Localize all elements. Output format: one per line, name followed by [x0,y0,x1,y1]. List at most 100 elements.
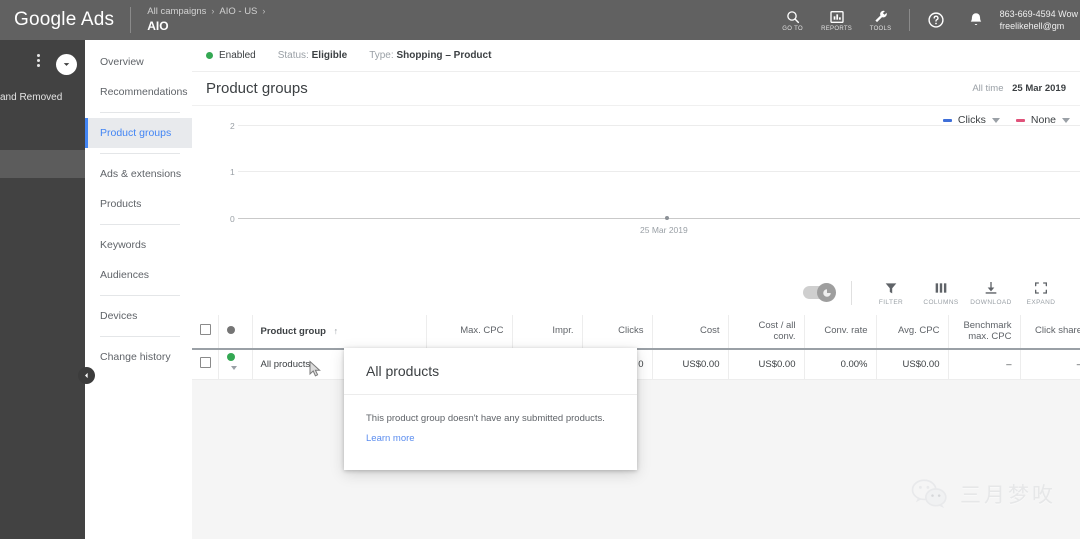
sidebar-item-label-devices: Devices [100,310,137,322]
row-click-share: – [1020,349,1080,379]
go-to-label: GO TO [782,26,803,32]
toggle-switch[interactable] [803,286,833,299]
y-axis-tick-2: 2 [230,121,235,131]
tooltip-header: All products [344,348,637,395]
dark-panel-header [0,40,85,82]
table-header-row: Product group ↑ Max. CPC Impr. Clicks Co… [192,315,1080,349]
dark-panel-filter-row[interactable]: and Removed [0,82,85,117]
chevron-down-glyph [61,59,72,70]
sidebar-item-audiences[interactable]: Audiences [85,260,192,290]
header-click-share[interactable]: Click share [1020,315,1080,349]
sidebar-divider-5 [100,336,180,337]
breadcrumb-item-all-campaigns[interactable]: All campaigns [147,6,206,18]
page-header: Product groups All time 25 Mar 2019 [192,72,1080,105]
status-badge: Enabled [206,50,256,61]
chevron-down-icon-metric1 [992,118,1000,123]
notifications-button[interactable] [956,0,996,40]
chevron-down-icon[interactable] [56,54,77,75]
section-navigation: Overview Recommendations Product groups … [85,40,192,539]
metric-color-swatch-secondary [1016,119,1025,122]
sidebar-collapse-button[interactable] [78,367,95,384]
notifications-icon [967,11,985,29]
sidebar-item-label-recommendations: Recommendations [100,86,188,98]
header-avg-cpc[interactable]: Avg. CPC [876,315,948,349]
sidebar-item-label-ads-extensions: Ads & extensions [100,168,181,180]
header-cost-all-conv[interactable]: Cost / all conv. [728,315,804,349]
columns-icon [933,280,949,296]
performance-chart-card: Clicks None 0 1 2 25 Mar 2019 [192,105,1080,270]
sidebar-divider-1 [100,112,180,113]
columns-button[interactable]: COLUMNS [916,280,966,306]
status-field: Status: Eligible [278,50,347,61]
sidebar-item-keywords[interactable]: Keywords [85,230,192,260]
row-benchmark-max-cpc: – [948,349,1020,379]
reports-button[interactable]: REPORTS [815,0,859,40]
help-button[interactable] [916,0,956,40]
sidebar-item-ads-extensions[interactable]: Ads & extensions [85,159,192,189]
sidebar-item-devices[interactable]: Devices [85,301,192,331]
date-range-selector[interactable]: All time 25 Mar 2019 [972,83,1066,94]
row-checkbox-cell[interactable] [192,349,218,379]
tooltip-message: This product group doesn't have any subm… [366,413,615,424]
type-field: Type: Shopping – Product [369,50,491,61]
checkbox-icon[interactable] [200,324,211,335]
expand-label: EXPAND [1027,299,1056,306]
row-avg-cpc: US$0.00 [876,349,948,379]
header-benchmark-max-cpc[interactable]: Benchmark max. CPC [948,315,1020,349]
account-info[interactable]: 863-669-4594 Wow freelikehell@gm [996,8,1080,32]
top-bar: Google Ads All campaigns › AIO - US › AI… [0,0,1080,40]
sidebar-item-label-change-history: Change history [100,351,171,363]
header-select-all[interactable] [192,315,218,349]
go-to-button[interactable]: GO TO [771,0,815,40]
sidebar-divider-4 [100,295,180,296]
row-cost: US$0.00 [652,349,728,379]
sidebar-item-recommendations[interactable]: Recommendations [85,77,192,107]
watermark-text: 三月梦呚 [960,479,1056,509]
header-cost[interactable]: Cost [652,315,728,349]
header-impr[interactable]: Impr. [512,315,582,349]
dark-panel-selected-row[interactable] [0,150,85,178]
status-field-value: Eligible [312,50,348,61]
sidebar-divider-2 [100,153,180,154]
search-icon [785,9,801,25]
breadcrumb-item-account[interactable]: AIO - US [219,6,257,18]
metric-color-swatch-primary [943,119,952,122]
date-scope-label: All time [972,83,1003,94]
campaign-status-bar: Enabled Status: Eligible Type: Shopping … [192,40,1080,72]
sidebar-item-change-history[interactable]: Change history [85,342,192,372]
header-max-cpc[interactable]: Max. CPC [426,315,512,349]
type-field-value: Shopping – Product [396,50,491,61]
learn-more-link[interactable]: Learn more [366,433,415,444]
more-options-icon[interactable] [31,54,45,70]
download-icon [983,280,999,296]
gridline-2 [238,125,1080,126]
status-dot-header-icon [227,326,235,334]
sidebar-item-overview[interactable]: Overview [85,47,192,77]
sidebar-item-products[interactable]: Products [85,189,192,219]
header-conv-rate[interactable]: Conv. rate [804,315,876,349]
chevron-right-icon: › [211,6,214,17]
mouse-cursor [308,360,324,383]
expand-button[interactable]: EXPAND [1016,280,1066,306]
row-cost-all-conv: US$0.00 [728,349,804,379]
google-ads-logo[interactable]: Google Ads [0,9,130,31]
checkbox-icon[interactable] [200,357,211,368]
breadcrumb: All campaigns › AIO - US › AIO [131,6,265,34]
tools-button[interactable]: TOOLS [859,0,903,40]
sidebar-item-label-audiences: Audiences [100,269,149,281]
header-product-group[interactable]: Product group ↑ [252,315,426,349]
toolbar-divider [909,9,910,31]
columns-label: COLUMNS [923,299,958,306]
download-label: DOWNLOAD [970,299,1011,306]
account-phone: 863-669-4594 Wow [1000,8,1078,20]
filter-icon [883,280,899,296]
chart-plot-area: 0 1 2 25 Mar 2019 [192,142,1080,270]
filter-button[interactable]: FILTER [866,280,916,306]
table-toolbar: FILTER COLUMNS DOWNLOAD [192,270,1080,315]
download-button[interactable]: DOWNLOAD [966,280,1016,306]
chevron-down-icon-status[interactable] [231,366,237,370]
sidebar-item-product-groups[interactable]: Product groups [85,118,192,148]
header-clicks[interactable]: Clicks [582,315,652,349]
row-status-cell[interactable] [218,349,252,379]
row-conv-rate: 0.00% [804,349,876,379]
